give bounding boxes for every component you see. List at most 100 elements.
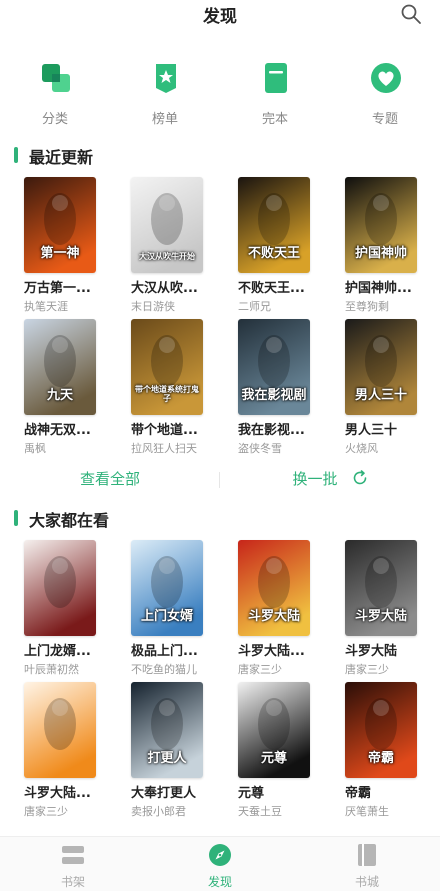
book-card[interactable]: 带个地道系统打鬼子带个地道... 拉风狂人扫天 [131, 319, 223, 456]
book-cover: 护国神帅 [345, 177, 417, 273]
book-card[interactable]: 第一神 万古第一... 执笔天涯 [24, 177, 116, 314]
shortcut-label: 专题 [371, 112, 398, 127]
section-title: 最近更新 [29, 148, 94, 167]
view-all-button[interactable]: 查看全部 [0, 468, 220, 489]
cover-title-art: 我在影视剧 [241, 387, 307, 403]
ranking-icon [150, 62, 182, 94]
book-title: 极品上门... [131, 644, 198, 659]
book-author: 唐家三少 [345, 663, 389, 676]
search-icon[interactable] [400, 3, 422, 25]
cover-title-art: 大汉从吹牛开始 [139, 251, 195, 262]
cover-title-art: 九天 [46, 387, 73, 403]
tab-bookstore[interactable]: 书城 [294, 837, 440, 891]
book-cover: 带个地道系统打鬼子 [131, 319, 203, 415]
shortcut-label: 榜单 [151, 112, 178, 127]
tab-label: 发现 [207, 875, 232, 889]
book-title: 男人三十 [345, 423, 398, 438]
book-card[interactable]: 护国神帅 护国神帅... 至尊狗剩 [345, 177, 437, 314]
book-card[interactable]: 斗罗大陆... 唐家三少 [24, 682, 116, 819]
section-accent-bar [14, 510, 18, 526]
book-title: 我在影视... [238, 423, 305, 438]
book-card[interactable]: 上门龙婿... 叶辰萧初然 [24, 540, 116, 677]
cover-title-art: 打更人 [147, 750, 187, 766]
book-card[interactable]: 斗罗大陆 斗罗大陆 唐家三少 [345, 540, 437, 677]
section-accent-bar [14, 147, 18, 163]
section-title: 大家都在看 [29, 511, 110, 530]
book-card[interactable]: 我在影视剧我在影视... 盗侠冬雪 [238, 319, 330, 456]
book-card[interactable]: 男人三十 男人三十 火烧风 [345, 319, 437, 456]
book-author: 厌笔萧生 [345, 805, 389, 818]
cover-title-art: 第一神 [40, 245, 80, 261]
shortcut-category[interactable]: 分类 [0, 60, 110, 130]
shortcut-label: 完本 [261, 112, 288, 127]
book-title: 帝霸 [345, 786, 372, 801]
book-author: 禹枫 [24, 442, 46, 455]
shortcut-topic[interactable]: 专题 [330, 60, 440, 130]
shortcut-completed[interactable]: 完本 [220, 60, 330, 130]
completed-book-icon [260, 62, 292, 94]
book-title: 元尊 [238, 786, 265, 801]
refresh-label: 换一批 [292, 470, 338, 488]
book-author: 二师兄 [238, 300, 271, 313]
book-author: 天蚕土豆 [238, 805, 282, 818]
book-author: 盗侠冬雪 [238, 442, 282, 455]
book-cover: 上门女婿 [131, 540, 203, 636]
book-title: 带个地道... [131, 423, 198, 438]
book-author: 执笔天涯 [24, 300, 68, 313]
cover-title-art: 元尊 [260, 750, 287, 766]
book-author: 卖报小郎君 [131, 805, 186, 818]
book-card[interactable]: 九天战神无双... 禹枫 [24, 319, 116, 456]
book-card[interactable]: 帝霸 帝霸 厌笔萧生 [345, 682, 437, 819]
book-title: 大汉从吹... [131, 281, 198, 296]
book-cover: 帝霸 [345, 682, 417, 778]
shortcut-label: 分类 [41, 112, 68, 127]
book-card[interactable]: 不败天王不败天王... 二师兄 [238, 177, 330, 314]
shortcut-ranking[interactable]: 榜单 [110, 60, 220, 130]
book-cover: 不败天王 [238, 177, 310, 273]
book-title: 斗罗大陆... [238, 644, 305, 659]
book-card[interactable]: 元尊 元尊 天蚕土豆 [238, 682, 330, 819]
tab-label: 书架 [60, 875, 85, 889]
book-cover [24, 682, 96, 778]
cover-title-art: 斗罗大陆 [247, 608, 300, 624]
book-title: 战神无双... [24, 423, 91, 438]
cover-title-art: 斗罗大陆 [354, 608, 407, 624]
book-author: 唐家三少 [238, 663, 282, 676]
bookstore-icon [355, 843, 379, 867]
category-icon [40, 62, 72, 94]
cover-title-art: 男人三十 [354, 387, 407, 403]
book-title: 斗罗大陆 [345, 644, 398, 659]
bottom-navigation: 书架 发现 书城 [0, 836, 440, 891]
book-card[interactable]: 斗罗大陆斗罗大陆... 唐家三少 [238, 540, 330, 677]
cover-title-art: 带个地道系统打鬼子 [135, 384, 199, 404]
book-card[interactable]: 大汉从吹牛开始大汉从吹... 末日游侠 [131, 177, 223, 314]
book-title: 上门龙婿... [24, 644, 91, 659]
cover-title-art: 护国神帅 [354, 245, 407, 261]
book-author: 唐家三少 [24, 805, 68, 818]
refresh-icon [352, 470, 368, 486]
book-author: 拉风狂人扫天 [131, 442, 197, 455]
book-title: 护国神帅... [345, 281, 412, 296]
tab-bookshelf[interactable]: 书架 [0, 837, 146, 891]
refresh-button[interactable]: 换一批 [220, 468, 440, 489]
book-cover: 斗罗大陆 [345, 540, 417, 636]
cover-title-art: 帝霸 [367, 750, 394, 766]
book-card[interactable]: 上门女婿极品上门... 不吃鱼的猫儿 [131, 540, 223, 677]
topic-heart-icon [370, 62, 402, 94]
book-cover: 元尊 [238, 682, 310, 778]
book-cover: 打更人 [131, 682, 203, 778]
book-cover: 我在影视剧 [238, 319, 310, 415]
book-card[interactable]: 打更人 大奉打更人 卖报小郎君 [131, 682, 223, 819]
book-author: 末日游侠 [131, 300, 175, 313]
book-cover: 九天 [24, 319, 96, 415]
book-cover: 斗罗大陆 [238, 540, 310, 636]
book-cover [24, 540, 96, 636]
book-cover: 第一神 [24, 177, 96, 273]
book-title: 斗罗大陆... [24, 786, 91, 801]
book-title: 不败天王... [238, 281, 305, 296]
bookshelf-icon [61, 843, 85, 867]
tab-discover[interactable]: 发现 [147, 837, 293, 891]
tab-label: 书城 [354, 875, 379, 889]
book-cover: 男人三十 [345, 319, 417, 415]
book-author: 不吃鱼的猫儿 [131, 663, 197, 676]
